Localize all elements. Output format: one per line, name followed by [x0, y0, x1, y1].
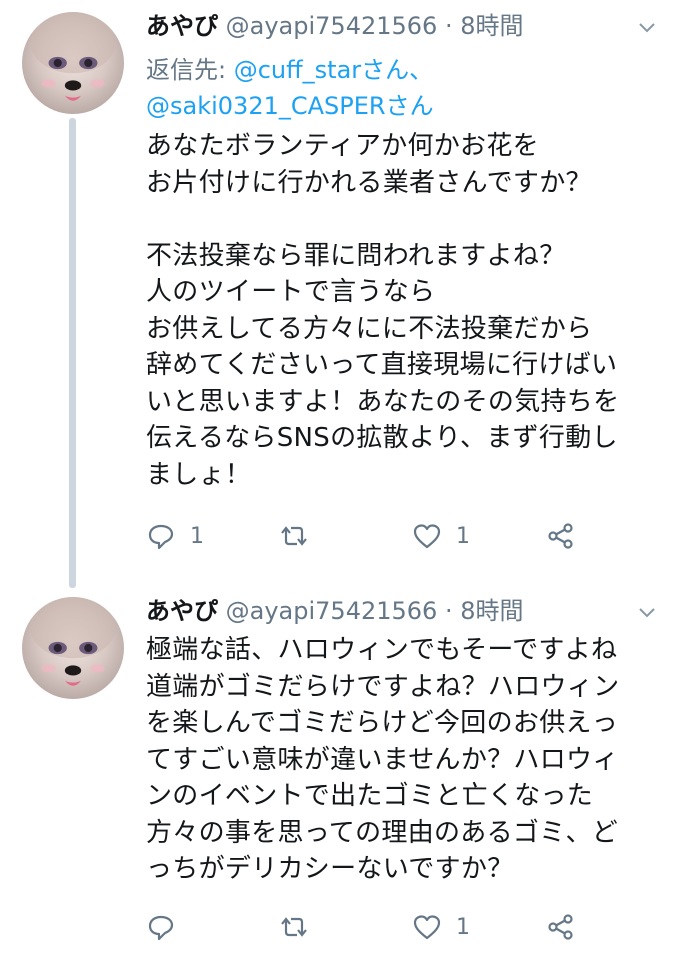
- chevron-down-icon[interactable]: [638, 603, 656, 621]
- like-button[interactable]: 1: [412, 907, 470, 947]
- reply-count: 1: [190, 523, 204, 549]
- reply-to-line: 返信先: @cuff_starさん、 @saki0321_CASPERさん: [146, 52, 434, 124]
- action-bar: 1 1: [146, 516, 606, 556]
- reply-button[interactable]: 1: [146, 516, 204, 556]
- separator-dot: ·: [437, 597, 461, 625]
- thread-connector-line: [69, 118, 76, 588]
- tweet-text: 極端な話、ハロウィンでもそーですよね 道端がゴミだらけですよね？ハロウィン を楽…: [146, 635, 620, 884]
- reply-button[interactable]: [146, 907, 190, 947]
- retweet-button[interactable]: [279, 907, 323, 947]
- chevron-down-icon[interactable]: [638, 18, 656, 36]
- mention-link[interactable]: @cuff_starさん、: [234, 56, 433, 84]
- reply-to-label: 返信先:: [146, 56, 234, 84]
- heart-icon: [413, 915, 441, 940]
- user-handle[interactable]: @ayapi75421566: [226, 12, 438, 40]
- retweet-button[interactable]: [279, 516, 323, 556]
- tweet-header: あやぴ @ayapi75421566 · 8時間: [146, 594, 524, 628]
- share-button[interactable]: [546, 907, 576, 947]
- tweet-header: あやぴ @ayapi75421566 · 8時間: [146, 9, 524, 43]
- display-name[interactable]: あやぴ: [146, 597, 218, 625]
- avatar[interactable]: [22, 597, 124, 699]
- separator-dot: ·: [437, 12, 461, 40]
- reply-icon: [148, 915, 174, 941]
- tweet-text: あなたボランティアか何かお花を お片付けに行かれる業者さんですか？ 不法投棄なら…: [146, 131, 620, 490]
- avatar[interactable]: [22, 12, 124, 114]
- action-bar: 1: [146, 907, 606, 947]
- display-name[interactable]: あやぴ: [146, 12, 218, 40]
- timestamp[interactable]: 8時間: [460, 12, 523, 40]
- user-handle[interactable]: @ayapi75421566: [226, 597, 438, 625]
- like-button[interactable]: 1: [412, 516, 470, 556]
- reply-icon: [148, 524, 174, 550]
- heart-icon: [413, 524, 441, 549]
- mention-link[interactable]: @saki0321_CASPERさん: [146, 92, 434, 120]
- retweet-icon: [281, 917, 307, 937]
- retweet-icon: [281, 526, 307, 546]
- timestamp[interactable]: 8時間: [460, 597, 523, 625]
- like-count: 1: [456, 914, 470, 940]
- share-button[interactable]: [546, 516, 576, 556]
- like-count: 1: [456, 523, 470, 549]
- share-icon: [548, 914, 573, 940]
- share-icon: [548, 523, 573, 549]
